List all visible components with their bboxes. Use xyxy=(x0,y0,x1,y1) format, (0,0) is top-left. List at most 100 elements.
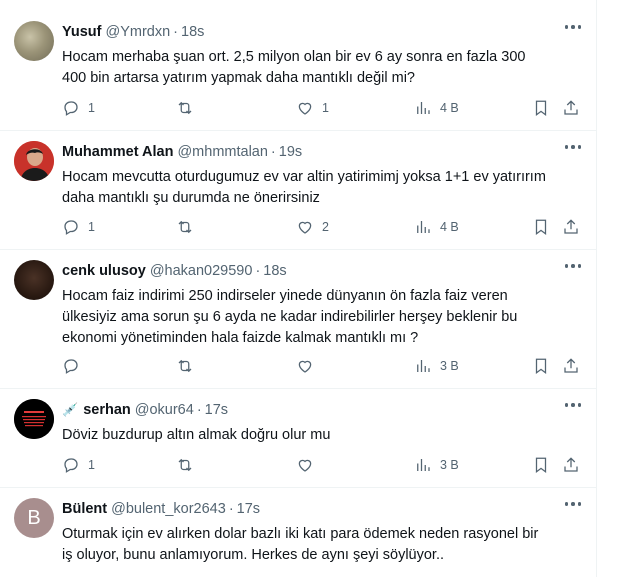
reply-icon xyxy=(64,458,78,473)
retweet-icon xyxy=(178,359,192,373)
author-name[interactable]: serhan xyxy=(83,402,131,418)
avatar[interactable] xyxy=(14,399,54,439)
share-icon xyxy=(564,457,578,472)
tweet-header: Muhammet Alan @mhmmtalan · 19s xyxy=(62,143,302,161)
tweet-actions: 3 B xyxy=(62,356,592,376)
more-icon[interactable] xyxy=(564,502,581,506)
like-button[interactable]: 1 xyxy=(296,98,329,118)
reply-button[interactable] xyxy=(62,356,88,376)
reply-icon xyxy=(64,220,78,235)
tweet-text-line: 400 bin artarsa yatırım yapmak daha mant… xyxy=(62,70,415,86)
bookmark-button[interactable] xyxy=(532,356,550,376)
views-count: 3 B xyxy=(440,458,459,472)
tweet-text: Oturmak için ev alırken dolar bazlı iki … xyxy=(62,524,582,566)
share-icon xyxy=(564,358,578,373)
author-name[interactable]: Bülent xyxy=(62,501,107,517)
author-handle[interactable]: @hakan029590 xyxy=(150,263,253,279)
separator: · xyxy=(228,501,234,517)
tweet[interactable]: cenk ulusoy @hakan029590 · 18s Hocam fai… xyxy=(0,250,597,389)
timestamp[interactable]: 17s xyxy=(237,501,260,517)
bookmark-button[interactable] xyxy=(532,98,550,118)
tweet-text-line: Hocam merhaba şuan ort. 2,5 milyon olan … xyxy=(62,49,526,65)
bookmark-icon xyxy=(535,457,547,474)
share-button[interactable] xyxy=(562,356,580,376)
more-icon[interactable] xyxy=(564,25,581,29)
author-name[interactable]: cenk ulusoy xyxy=(62,263,146,279)
retweet-icon xyxy=(178,220,192,234)
author-handle[interactable]: @Ymrdxn xyxy=(105,24,170,40)
retweet-button[interactable] xyxy=(176,455,202,475)
tweet[interactable]: B Bülent @bulent_kor2643 · 17s Oturmak i… xyxy=(0,488,597,577)
views-count: 4 B xyxy=(440,101,459,115)
like-button[interactable] xyxy=(296,455,322,475)
author-handle[interactable]: @okur64 xyxy=(135,402,194,418)
like-button[interactable] xyxy=(296,356,322,376)
tweet-text-line: ekonomi yönetiminden hala faizde kalmak … xyxy=(62,330,419,346)
tweet-text-line: Oturmak için ev alırken dolar bazlı iki … xyxy=(62,526,539,542)
avatar-photo xyxy=(14,399,54,439)
tweet-text-line: iş oluyor, bunu anlamıyorum. Herkes de a… xyxy=(62,547,445,563)
avatar[interactable] xyxy=(14,260,54,300)
like-icon xyxy=(298,102,312,115)
reply-icon xyxy=(64,359,78,374)
bookmark-button[interactable] xyxy=(532,217,550,237)
views-button[interactable]: 3 B xyxy=(414,356,459,376)
tweet-actions: 1 3 B xyxy=(62,455,592,475)
tweet[interactable]: Yusuf @Ymrdxn · 18s Hocam merhaba şuan o… xyxy=(0,11,597,131)
share-button[interactable] xyxy=(562,98,580,118)
like-count: 2 xyxy=(322,220,329,234)
tweet-actions: 1 2 4 B xyxy=(62,217,592,237)
author-handle[interactable]: @bulent_kor2643 xyxy=(111,501,226,517)
avatar[interactable] xyxy=(14,141,54,181)
tweet-text-line: Döviz buzdurup altın almak doğru olur mu xyxy=(62,427,331,443)
views-button[interactable]: 4 B xyxy=(414,98,459,118)
tweet-text-line: Hocam mevcutta oturdugumuz ev var altin … xyxy=(62,169,546,185)
separator: · xyxy=(196,402,202,418)
views-icon xyxy=(417,221,430,233)
author-name[interactable]: Yusuf xyxy=(62,24,101,40)
tweet[interactable]: 💉 serhan @okur64 · 17s Döviz buzdurup al… xyxy=(0,389,597,488)
reply-count: 1 xyxy=(88,220,95,234)
syringe-emoji: 💉 xyxy=(62,402,79,417)
views-button[interactable]: 4 B xyxy=(414,217,459,237)
timestamp[interactable]: 18s xyxy=(263,263,286,279)
more-icon[interactable] xyxy=(564,403,581,407)
like-button[interactable]: 2 xyxy=(296,217,329,237)
bookmark-icon xyxy=(535,100,547,117)
tweet-text: Döviz buzdurup altın almak doğru olur mu xyxy=(62,425,582,446)
like-icon xyxy=(298,459,312,472)
avatar-photo xyxy=(14,141,54,181)
tweet[interactable]: Muhammet Alan @mhmmtalan · 19s Hocam mev… xyxy=(0,131,597,250)
tweet-header: 💉 serhan @okur64 · 17s xyxy=(62,401,228,419)
author-name[interactable]: Muhammet Alan xyxy=(62,144,173,160)
views-icon xyxy=(417,102,430,114)
timestamp[interactable]: 19s xyxy=(279,144,302,160)
author-handle[interactable]: @mhmmtalan xyxy=(177,144,267,160)
avatar[interactable] xyxy=(14,21,54,61)
reply-icon xyxy=(64,101,78,116)
tweet-actions: 1 1 4 B xyxy=(62,98,592,118)
views-button[interactable]: 3 B xyxy=(414,455,459,475)
reply-button[interactable]: 1 xyxy=(62,217,95,237)
timestamp[interactable]: 18s xyxy=(181,24,204,40)
avatar[interactable]: B xyxy=(14,498,54,538)
more-icon[interactable] xyxy=(564,145,581,149)
reply-button[interactable]: 1 xyxy=(62,98,95,118)
separator: · xyxy=(255,263,261,279)
reply-count: 1 xyxy=(88,101,95,115)
tweet-header: Yusuf @Ymrdxn · 18s xyxy=(62,23,204,41)
timestamp[interactable]: 17s xyxy=(205,402,228,418)
share-button[interactable] xyxy=(562,455,580,475)
retweet-button[interactable] xyxy=(176,356,202,376)
retweet-button[interactable] xyxy=(176,98,202,118)
share-icon xyxy=(564,100,578,115)
share-button[interactable] xyxy=(562,217,580,237)
views-icon xyxy=(417,360,430,372)
avatar-letter: B xyxy=(27,506,41,529)
retweet-button[interactable] xyxy=(176,217,202,237)
views-count: 3 B xyxy=(440,359,459,373)
like-count: 1 xyxy=(322,101,329,115)
bookmark-button[interactable] xyxy=(532,455,550,475)
reply-button[interactable]: 1 xyxy=(62,455,95,475)
more-icon[interactable] xyxy=(564,264,581,268)
